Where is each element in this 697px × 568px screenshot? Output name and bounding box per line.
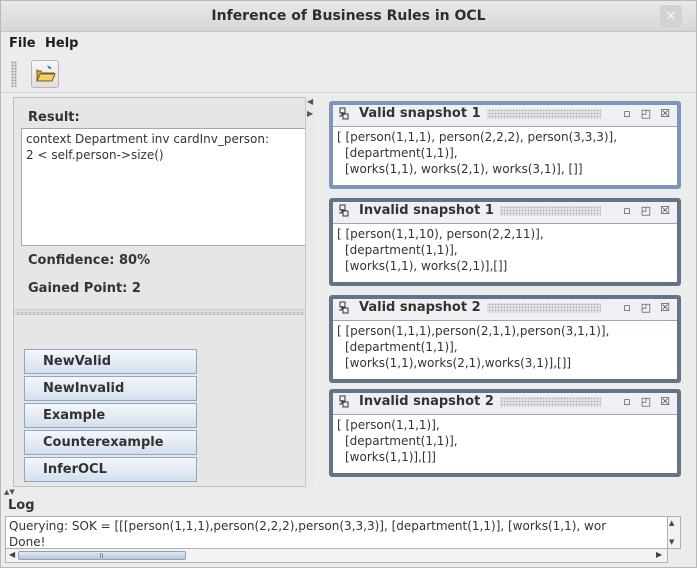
snapshot-window[interactable]: Valid snapshot 2 ▫ ◰ ☒ [ [person(1,1,1),… [329,295,681,383]
snapshot-line: [department(1,1)], [345,146,458,160]
result-pane: Result: context Department inv cardInv_p… [14,98,309,308]
snapshot-line: [ [person(1,1,1), person(2,2,2), person(… [337,130,618,144]
horizontal-split-divider[interactable] [14,309,308,315]
infer-ocl-button[interactable]: InferOCL [24,457,197,482]
scroll-right-icon[interactable]: ▶ [656,550,662,559]
menu-file[interactable]: File [9,36,36,51]
maximize-icon[interactable]: ◰ [639,301,653,315]
maximize-icon[interactable]: ◰ [639,395,653,409]
example-button[interactable]: Example [24,403,197,428]
snapshot-line: [works(1,1), works(2,1), works(3,1)], []… [345,162,583,176]
scroll-left-icon[interactable]: ◀ [9,550,15,559]
result-textarea[interactable]: context Department inv cardInv_person: 2… [21,128,309,246]
close-button[interactable]: × [660,5,682,27]
maximize-icon[interactable]: ◰ [639,107,653,121]
result-line: 2 < self.person->size() [26,148,164,162]
snapshot-window[interactable]: Valid snapshot 1 ▫ ◰ ☒ [ [person(1,1,1),… [329,101,681,189]
log-panel: ▲▼ Log Querying: SOK = [[[person(1,1,1),… [1,487,696,567]
iconify-icon[interactable]: ▫ [620,204,634,218]
snapshot-line: [ [person(1,1,1)], [337,418,440,432]
snapshot-line: [works(1,1),works(2,1),works(3,1)],[]] [345,356,572,370]
snapshot-title: Valid snapshot 2 [359,300,487,315]
close-icon[interactable]: ☒ [658,395,672,409]
folder-open-icon [36,65,56,82]
toolbar-grip[interactable] [11,61,17,87]
menu-bar: File Help [1,33,696,55]
snapshot-icon [339,395,349,408]
snapshot-titlebar[interactable]: Invalid snapshot 1 ▫ ◰ ☒ [333,202,677,221]
snapshot-icon [339,107,349,120]
expand-right-icon[interactable]: ▶ [307,109,313,118]
log-line: Querying: SOK = [[[person(1,1,1),person(… [9,519,607,533]
result-line: context Department inv cardInv_person: [26,132,270,146]
snapshot-line: [department(1,1)], [345,434,458,448]
log-split-arrows[interactable]: ▲▼ [4,488,15,496]
result-label: Result: [28,110,80,125]
snapshot-content[interactable]: [ [person(1,1,1), person(2,2,2), person(… [333,126,677,185]
window-title: Inference of Business Rules in OCL [211,8,486,24]
snapshot-line: [department(1,1)], [345,243,458,257]
snapshot-icon [339,301,349,314]
vertical-split-divider[interactable]: ◀ ▶ [305,97,314,489]
snapshot-titlebar[interactable]: Valid snapshot 1 ▫ ◰ ☒ [333,105,677,124]
snapshot-line: [ [person(1,1,10), person(2,2,11)], [337,227,544,241]
result-panel: Result: context Department inv cardInv_p… [13,97,309,487]
confidence-label: Confidence: 80% [28,253,151,268]
gained-point-label: Gained Point: 2 [28,281,141,296]
snapshot-titlebar[interactable]: Invalid snapshot 2 ▫ ◰ ☒ [333,393,677,412]
log-vertical-scrollbar[interactable]: ▲ ▼ [668,516,681,549]
iconify-icon[interactable]: ▫ [620,107,634,121]
snapshot-window[interactable]: Invalid snapshot 1 ▫ ◰ ☒ [ [person(1,1,1… [329,198,681,286]
snapshot-content[interactable]: [ [person(1,1,10), person(2,2,11)], [dep… [333,223,677,282]
snapshot-icon [339,204,349,217]
scrollbar-thumb[interactable] [18,551,186,560]
snapshot-title: Valid snapshot 1 [359,106,487,121]
iconify-icon[interactable]: ▫ [620,395,634,409]
scroll-up-icon[interactable]: ▲ [669,519,674,527]
snapshot-titlebar[interactable]: Valid snapshot 2 ▫ ◰ ☒ [333,299,677,318]
new-invalid-button[interactable]: NewInvalid [24,376,197,401]
snapshot-content[interactable]: [ [person(1,1,1)], [department(1,1)], [w… [333,414,677,473]
snapshot-line: [works(1,1)],[]] [345,450,436,464]
collapse-left-icon[interactable]: ◀ [307,97,313,106]
title-bar[interactable]: Inference of Business Rules in OCL × [1,1,696,32]
snapshot-line: [works(1,1), works(2,1)],[]] [345,259,508,273]
close-icon[interactable]: ☒ [658,107,672,121]
scroll-down-icon[interactable]: ▼ [669,538,674,546]
snapshot-line: [ [person(1,1,1),person(2,1,1),person(3,… [337,324,610,338]
log-horizontal-scrollbar[interactable]: ◀ ▶ [5,549,668,563]
iconify-icon[interactable]: ▫ [620,301,634,315]
snapshot-window[interactable]: Invalid snapshot 2 ▫ ◰ ☒ [ [person(1,1,1… [329,389,681,477]
application-window: Inference of Business Rules in OCL × Fil… [0,0,697,568]
close-icon[interactable]: ☒ [658,301,672,315]
snapshot-content[interactable]: [ [person(1,1,1),person(2,1,1),person(3,… [333,320,677,379]
close-icon[interactable]: ☒ [658,204,672,218]
open-file-button[interactable] [31,60,59,88]
snapshot-title: Invalid snapshot 2 [359,394,500,409]
snapshot-desktop: Valid snapshot 1 ▫ ◰ ☒ [ [person(1,1,1),… [314,97,692,487]
maximize-icon[interactable]: ◰ [639,204,653,218]
counterexample-button[interactable]: Counterexample [24,430,197,455]
menu-help[interactable]: Help [45,36,78,51]
snapshot-line: [department(1,1)], [345,340,458,354]
toolbar [1,55,696,93]
new-valid-button[interactable]: NewValid [24,349,197,374]
log-line: Done! [9,535,46,549]
log-label: Log [8,498,35,513]
main-area: Result: context Department inv cardInv_p… [1,95,696,489]
log-textarea[interactable]: Querying: SOK = [[[person(1,1,1),person(… [5,516,668,549]
snapshot-title: Invalid snapshot 1 [359,203,500,218]
